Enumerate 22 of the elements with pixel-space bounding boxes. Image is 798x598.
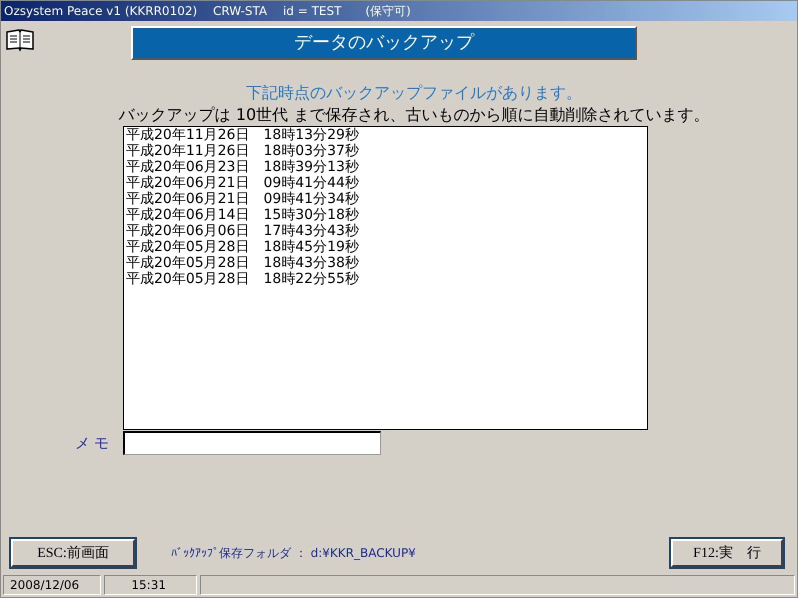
message-text: 下記時点のバックアップファイルがあります。 xyxy=(246,82,582,104)
backup-item[interactable]: 平成20年06月14日 15時30分18秒 xyxy=(126,207,359,223)
window-title: Ozsystem Peace v1 (KKRR0102) CRW-STA id = TEST (保守可) xyxy=(1,1,797,21)
run-button[interactable]: F12:実 行 xyxy=(671,539,783,567)
backup-item[interactable]: 平成20年05月28日 18時45分19秒 xyxy=(126,239,359,255)
backup-item[interactable]: 平成20年05月28日 18時43分38秒 xyxy=(126,255,359,271)
backup-item[interactable]: 平成20年11月26日 18時03分37秒 xyxy=(126,143,359,159)
back-button[interactable]: ESC:前画面 xyxy=(11,539,135,567)
message-text: バックアップは 10世代 まで保存され、古いものから順に自動削除されています。 xyxy=(118,104,710,126)
memo-label: メモ xyxy=(74,434,113,452)
backup-item[interactable]: 平成20年06月06日 17時43分43秒 xyxy=(126,223,359,239)
backup-folder-text: ﾊﾞｯｸｱｯﾌﾟ保存フォルダ ： d:¥KKR_BACKUP¥ xyxy=(171,544,416,562)
backup-item[interactable]: 平成20年06月21日 09時41分34秒 xyxy=(126,191,359,207)
status-date: 2008/12/06 xyxy=(3,575,101,595)
backup-item[interactable]: 平成20年11月26日 18時13分29秒 xyxy=(126,127,359,143)
status-time: 15:31 xyxy=(104,575,197,595)
backup-item[interactable]: 平成20年06月21日 09時41分44秒 xyxy=(126,175,359,191)
memo-field[interactable] xyxy=(123,431,381,455)
page-title: データのバックアップ xyxy=(131,26,637,60)
backup-item[interactable]: 平成20年05月28日 18時22分55秒 xyxy=(126,271,359,287)
backup-item[interactable]: 平成20年06月23日 18時39分13秒 xyxy=(126,159,359,175)
book-icon[interactable] xyxy=(5,28,35,52)
